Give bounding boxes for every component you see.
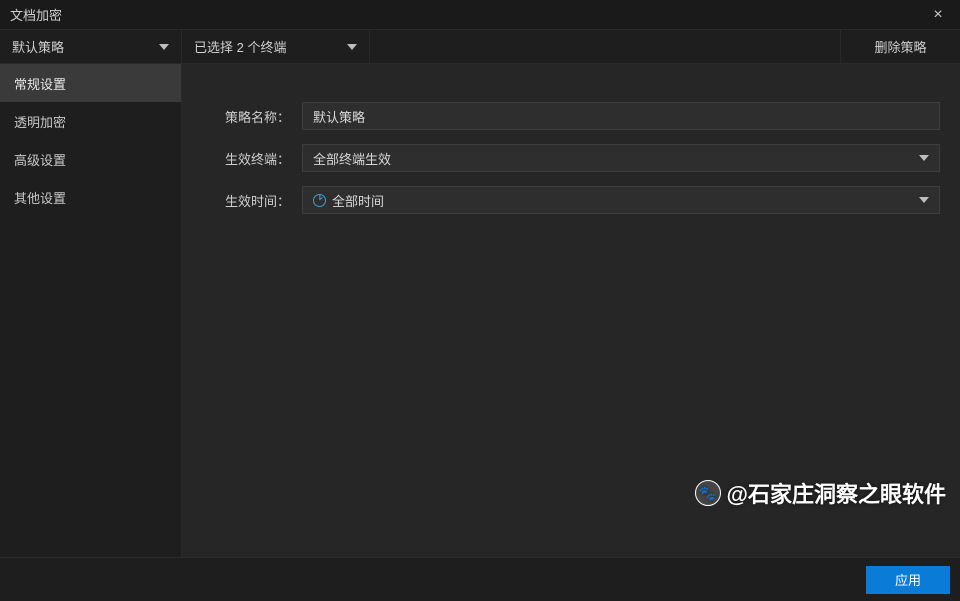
effective-terminal-label: 生效终端：: [202, 149, 302, 168]
policy-name-value: 默认策略: [313, 107, 365, 126]
effective-time-value: 全部时间: [332, 191, 384, 210]
sidebar-item-label: 常规设置: [14, 74, 66, 93]
toolbar-spacer: [370, 30, 840, 63]
bottom-bar: 应用: [0, 557, 960, 601]
effective-time-label: 生效时间：: [202, 191, 302, 210]
window-title: 文档加密: [10, 5, 62, 24]
watermark: 🐾 @石家庄洞察之眼软件: [695, 477, 946, 509]
sidebar-item-general[interactable]: 常规设置: [0, 64, 181, 102]
form-row-policy-name: 策略名称： 默认策略: [202, 102, 940, 130]
policy-name-label: 策略名称：: [202, 107, 302, 126]
apply-label: 应用: [895, 570, 921, 589]
chevron-down-icon: [347, 44, 357, 50]
content-panel: 策略名称： 默认策略 生效终端： 全部终端生效 生效时间： 全部时间: [182, 64, 960, 557]
toolbar: 默认策略 已选择 2 个终端 删除策略: [0, 30, 960, 64]
policy-dropdown-label: 默认策略: [12, 37, 64, 56]
policy-name-input[interactable]: 默认策略: [302, 102, 940, 130]
watermark-text: @石家庄洞察之眼软件: [727, 477, 946, 509]
effective-time-select[interactable]: 全部时间: [302, 186, 940, 214]
main-area: 常规设置 透明加密 高级设置 其他设置 策略名称： 默认策略 生效终端： 全部终…: [0, 64, 960, 557]
title-bar: 文档加密 ×: [0, 0, 960, 30]
form-row-effective-time: 生效时间： 全部时间: [202, 186, 940, 214]
form-row-effective-terminal: 生效终端： 全部终端生效: [202, 144, 940, 172]
sidebar-item-label: 透明加密: [14, 112, 66, 131]
paw-icon: 🐾: [695, 480, 721, 506]
apply-button[interactable]: 应用: [866, 566, 950, 594]
sidebar-item-transparent-encrypt[interactable]: 透明加密: [0, 102, 181, 140]
chevron-down-icon: [919, 155, 929, 161]
sidebar-item-advanced[interactable]: 高级设置: [0, 140, 181, 178]
effective-terminal-select[interactable]: 全部终端生效: [302, 144, 940, 172]
terminal-dropdown-label: 已选择 2 个终端: [194, 37, 286, 56]
chevron-down-icon: [159, 44, 169, 50]
sidebar: 常规设置 透明加密 高级设置 其他设置: [0, 64, 182, 557]
delete-policy-label: 删除策略: [874, 37, 926, 56]
sidebar-item-label: 高级设置: [14, 150, 66, 169]
chevron-down-icon: [919, 197, 929, 203]
policy-dropdown[interactable]: 默认策略: [0, 30, 182, 63]
delete-policy-button[interactable]: 删除策略: [840, 30, 960, 63]
close-button[interactable]: ×: [926, 3, 950, 27]
effective-terminal-value: 全部终端生效: [313, 149, 391, 168]
sidebar-item-label: 其他设置: [14, 188, 66, 207]
terminal-dropdown[interactable]: 已选择 2 个终端: [182, 30, 370, 63]
sidebar-item-other[interactable]: 其他设置: [0, 178, 181, 216]
clock-icon: [313, 194, 326, 207]
